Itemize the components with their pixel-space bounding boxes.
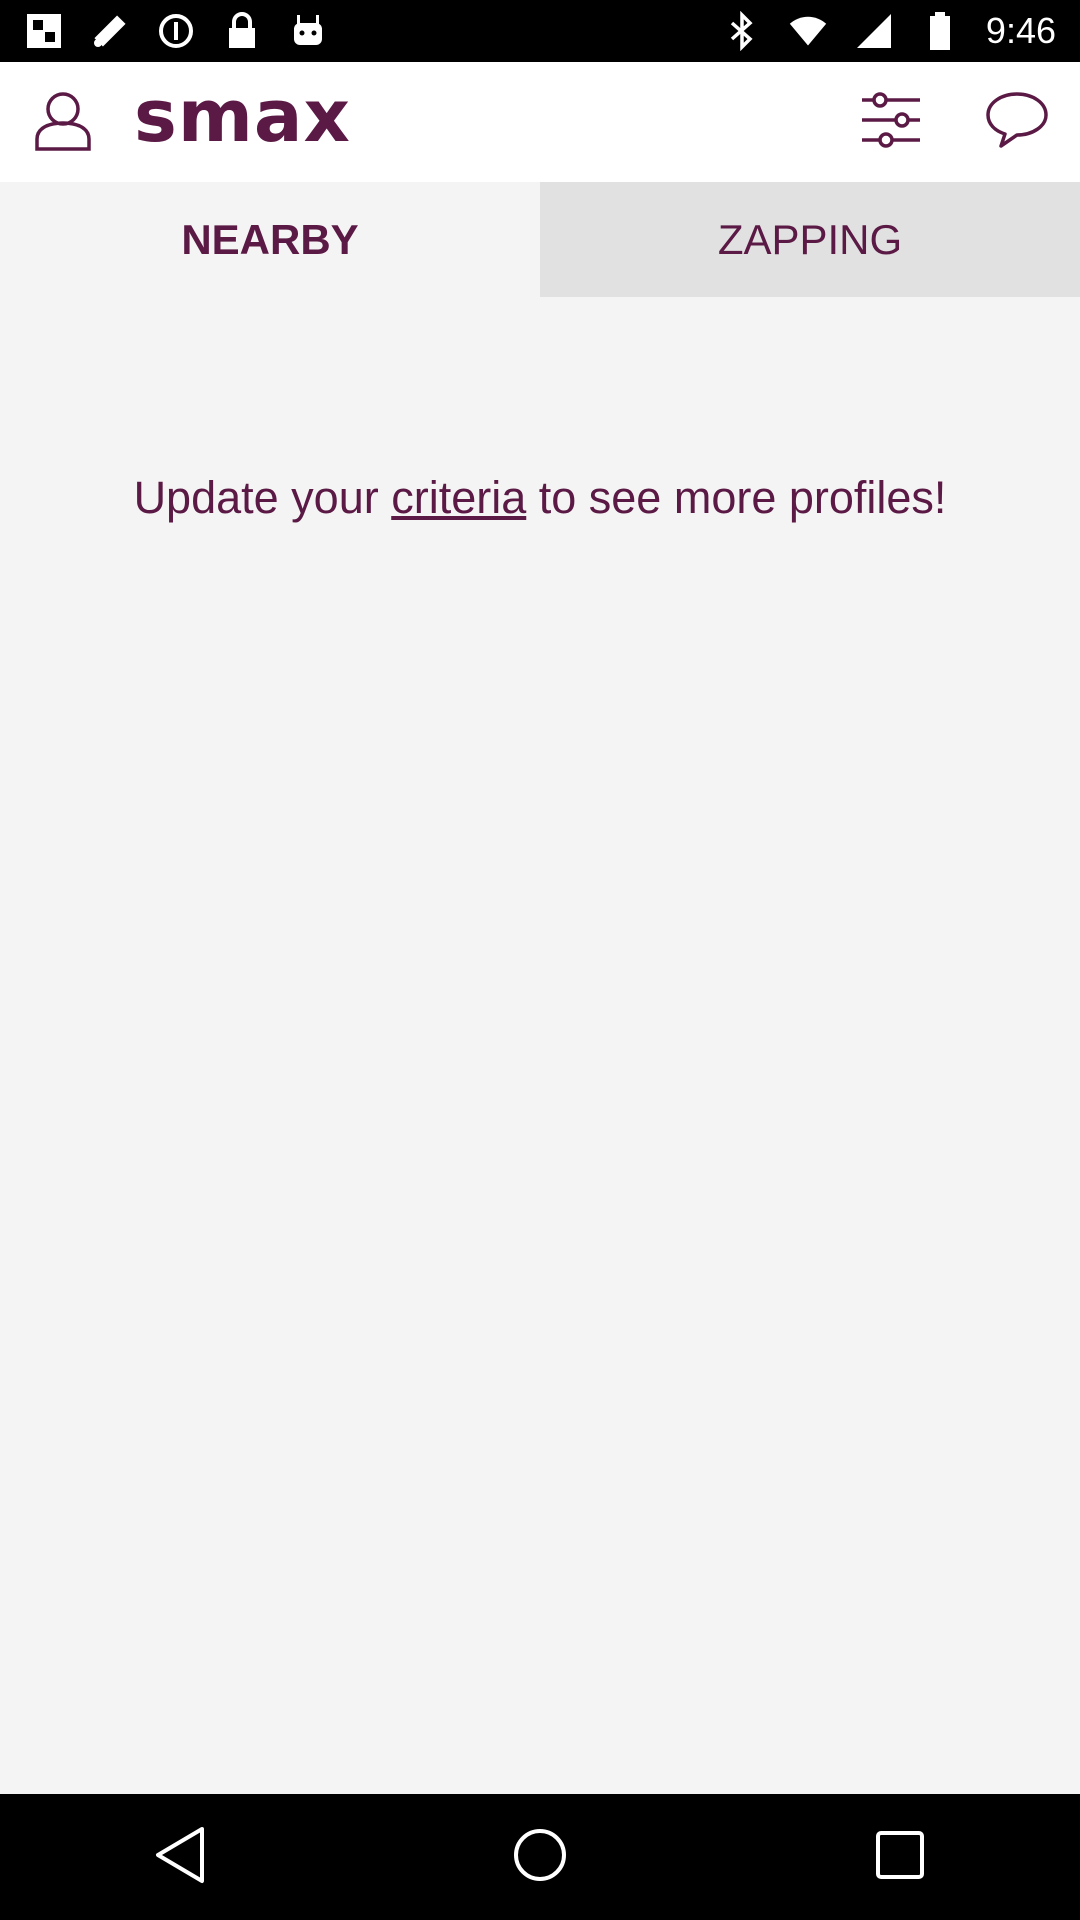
criteria-link[interactable]: criteria: [391, 472, 526, 523]
back-button[interactable]: [120, 1797, 240, 1917]
recents-icon: [875, 1830, 925, 1885]
satellite-icon: [90, 11, 130, 51]
fake-gps-icon: [24, 11, 64, 51]
bluetooth-icon: [722, 11, 762, 51]
back-icon: [152, 1825, 208, 1890]
message-suffix: to see more profiles!: [526, 472, 947, 523]
status-time: 9:46: [985, 10, 1056, 51]
profile-icon: [33, 89, 93, 156]
app-logo: smax: [134, 74, 351, 158]
data-saver-icon: [156, 11, 196, 51]
tab-nearby[interactable]: NEARBY: [0, 182, 540, 297]
navigation-bar: [0, 1794, 1080, 1920]
status-left-icons: [24, 11, 328, 51]
battery-icon: [920, 11, 960, 51]
home-icon: [512, 1827, 568, 1888]
home-button[interactable]: [480, 1797, 600, 1917]
wifi-icon: [788, 11, 828, 51]
filter-sliders-icon: [860, 90, 922, 155]
recents-button[interactable]: [840, 1797, 960, 1917]
profile-button[interactable]: [18, 77, 108, 167]
status-right-icons: 9:46: [722, 10, 1056, 52]
android-icon: [288, 11, 328, 51]
empty-state-message: Update your criteria to see more profile…: [0, 472, 1080, 524]
lock-icon: [222, 11, 262, 51]
chat-button[interactable]: [972, 77, 1062, 167]
chat-bubble-icon: [985, 90, 1049, 155]
message-prefix: Update your: [133, 472, 392, 523]
status-bar: 9:46: [0, 0, 1080, 62]
cellular-signal-icon: [854, 11, 894, 51]
filter-button[interactable]: [846, 77, 936, 167]
tab-zapping[interactable]: ZAPPING: [540, 182, 1080, 297]
tab-bar: NEARBY ZAPPING: [0, 182, 1080, 297]
app-header: smax: [0, 62, 1080, 182]
